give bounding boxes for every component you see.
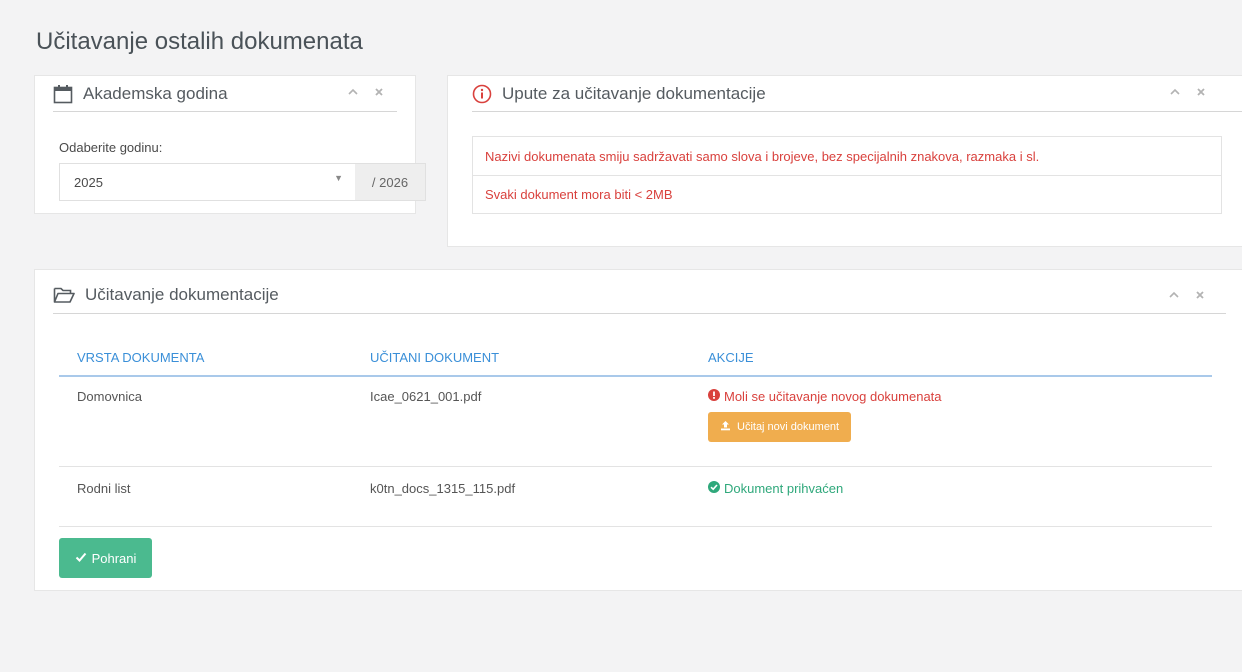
academic-year-panel-header: Akademska godina: [53, 76, 397, 112]
year-select[interactable]: 2025 ▼: [59, 163, 356, 201]
status-accepted: Dokument prihvaćen: [708, 480, 1212, 496]
instructions-panel: Upute za učitavanje dokumentacije Nazivi…: [447, 75, 1242, 247]
actions-cell: Dokument prihvaćen: [690, 466, 1212, 527]
year-select-label: Odaberite godinu:: [59, 140, 163, 155]
check-icon: [75, 551, 87, 566]
actions-cell: Moli se učitavanje novog dokumenata Učit…: [690, 376, 1212, 467]
column-header-actions: AKCIJE: [690, 340, 1212, 377]
upload-documents-panel: Učitavanje dokumentacije VRSTA DOKUMENTA…: [34, 269, 1242, 591]
column-header-document-type: VRSTA DOKUMENTA: [59, 340, 352, 377]
end-year-addon: / 2026: [355, 163, 426, 201]
page-title: Učitavanje ostalih dokumenata: [36, 28, 363, 55]
upload-icon: [720, 420, 731, 434]
instructions-panel-header: Upute za učitavanje dokumentacije: [472, 76, 1242, 112]
table-row: Domovnica Icae_0621_001.pdf Moli se učit…: [59, 376, 1212, 467]
documents-table: VRSTA DOKUMENTA UČITANI DOKUMENT AKCIJE …: [59, 340, 1212, 527]
exclamation-circle-icon: [708, 389, 720, 404]
info-circle-icon: [472, 84, 492, 104]
instructions-panel-title: Upute za učitavanje dokumentacije: [502, 83, 766, 103]
check-circle-icon: [708, 480, 720, 496]
close-icon[interactable]: [1195, 86, 1207, 101]
panel-tools: [1169, 86, 1207, 101]
uploaded-file-link[interactable]: Icae_0621_001.pdf: [352, 376, 690, 467]
status-accepted-text: Dokument prihvaćen: [724, 480, 844, 496]
upload-panel-header: Učitavanje dokumentacije: [53, 276, 1226, 314]
upload-new-document-button[interactable]: Učitaj novi dokument: [708, 412, 852, 442]
save-button[interactable]: Pohrani: [59, 538, 152, 578]
table-row: Rodni list k0tn_docs_1315_115.pdf Dokume…: [59, 466, 1212, 527]
year-select-value: 2025: [74, 174, 103, 190]
panel-tools: [1168, 289, 1206, 304]
uploaded-file-link[interactable]: k0tn_docs_1315_115.pdf: [352, 466, 690, 527]
academic-year-panel-title: Akademska godina: [83, 83, 228, 103]
academic-year-panel: Akademska godina Odaberite godinu: 2025 …: [34, 75, 426, 214]
instructions-list: Nazivi dokumenata smiju sadržavati samo …: [472, 136, 1222, 214]
folder-open-icon: [53, 286, 75, 304]
table-header-row: VRSTA DOKUMENTA UČITANI DOKUMENT AKCIJE: [59, 340, 1212, 377]
upload-panel-title: Učitavanje dokumentacije: [85, 284, 279, 304]
chevron-up-icon[interactable]: [347, 86, 359, 101]
close-icon[interactable]: [1194, 289, 1206, 304]
column-header-uploaded-document: UČITANI DOKUMENT: [352, 340, 690, 377]
list-item: Svaki dokument mora biti < 2MB: [473, 175, 1221, 213]
upload-new-document-label: Učitaj novi dokument: [737, 421, 840, 433]
chevron-up-icon[interactable]: [1169, 86, 1181, 101]
panel-tools: [347, 86, 385, 101]
status-warning: Moli se učitavanje novog dokumenata: [708, 389, 1212, 404]
document-type-cell: Rodni list: [59, 466, 352, 527]
caret-down-icon: ▼: [334, 173, 343, 183]
save-button-label: Pohrani: [91, 550, 137, 566]
status-warning-text: Moli se učitavanje novog dokumenata: [724, 389, 942, 404]
chevron-up-icon[interactable]: [1168, 289, 1180, 304]
document-type-cell: Domovnica: [59, 376, 352, 467]
list-item: Nazivi dokumenata smiju sadržavati samo …: [485, 148, 1040, 164]
close-icon[interactable]: [373, 86, 385, 101]
calendar-icon: [53, 84, 73, 104]
